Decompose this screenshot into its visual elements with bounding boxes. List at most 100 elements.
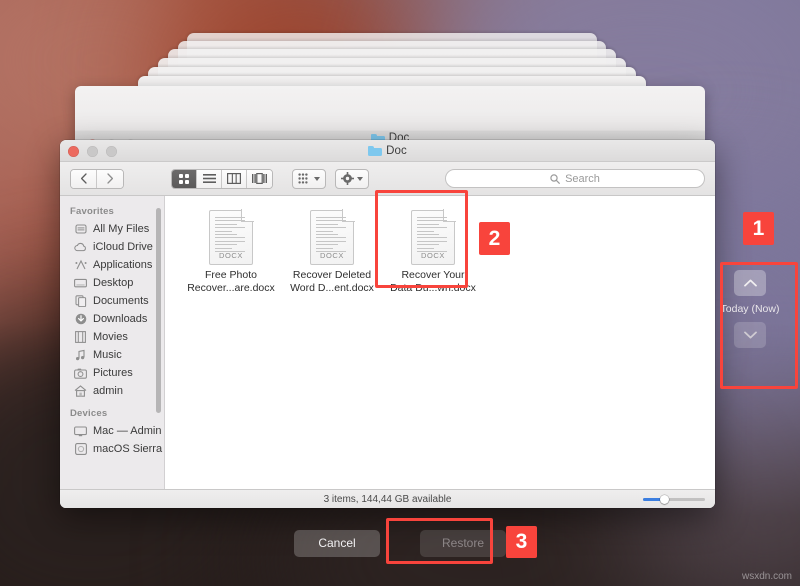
minimize-button[interactable]: [87, 146, 98, 157]
applications-icon: [74, 259, 87, 272]
chevron-down-icon: [357, 177, 363, 181]
sidebar-item-all-my-files[interactable]: All My Files: [60, 220, 164, 238]
file-item[interactable]: DOCX Free Photo Recover...are.docx: [187, 210, 275, 294]
finder-window[interactable]: Doc: [60, 140, 715, 508]
action-bar: Cancel Restore: [0, 522, 800, 564]
view-mode-segmented-control[interactable]: [171, 169, 273, 189]
sidebar-item-admin[interactable]: admin: [60, 382, 164, 400]
view-mode-list-button[interactable]: [197, 170, 222, 188]
docx-file-icon: DOCX: [310, 210, 354, 265]
sidebar-item-label: All My Files: [93, 223, 149, 235]
finder-statusbar: 3 items, 144,44 GB available: [60, 489, 715, 508]
stacked-window-behind[interactable]: Doc: [75, 86, 705, 148]
sidebar-item-label: Movies: [93, 331, 128, 343]
icon-size-slider[interactable]: [643, 495, 705, 504]
action-menu-button[interactable]: [335, 169, 369, 189]
file-kind-label: DOCX: [209, 251, 253, 260]
file-name-line2: Word D...ent.docx: [288, 282, 376, 295]
forward-button[interactable]: [97, 170, 123, 188]
grid-icon: [178, 173, 190, 185]
watermark: wsxdn.com: [742, 571, 792, 582]
blue-folder-icon: [368, 145, 382, 156]
timeline-date-label: Today (Now): [721, 303, 780, 315]
file-kind-label: DOCX: [310, 251, 354, 260]
view-mode-gallery-button[interactable]: [247, 170, 272, 188]
finder-titlebar[interactable]: Doc: [60, 140, 715, 162]
sidebar-item-label: Downloads: [93, 313, 147, 325]
finder-sidebar[interactable]: Favorites All My Files iCloud Drive Appl…: [60, 196, 165, 489]
zoom-button[interactable]: [106, 146, 117, 157]
sidebar-item-pictures[interactable]: Pictures: [60, 364, 164, 382]
docx-file-icon: DOCX: [209, 210, 253, 265]
sidebar-item-applications[interactable]: Applications: [60, 256, 164, 274]
file-grid[interactable]: DOCX Free Photo Recover...are.docx DOCX …: [165, 196, 715, 489]
finder-body: Favorites All My Files iCloud Drive Appl…: [60, 196, 715, 489]
file-name-line2: Recover...are.docx: [187, 282, 275, 295]
columns-icon: [227, 173, 241, 184]
traffic-lights[interactable]: [68, 140, 117, 162]
timeline-down-button[interactable]: [734, 322, 766, 348]
sidebar-item-label: Documents: [93, 295, 149, 307]
sidebar-item-downloads[interactable]: Downloads: [60, 310, 164, 328]
music-icon: [74, 349, 87, 362]
search-input[interactable]: Search: [445, 169, 705, 188]
file-kind-label: DOCX: [411, 251, 455, 260]
close-button[interactable]: [68, 146, 79, 157]
file-name-line1: Recover Deleted: [288, 269, 376, 282]
finder-toolbar[interactable]: Search: [60, 162, 715, 196]
sidebar-item-label: Music: [93, 349, 122, 361]
search-icon: [550, 174, 560, 184]
chevron-right-icon: [107, 173, 114, 184]
sidebar-item-music[interactable]: Music: [60, 346, 164, 364]
window-title-text: Doc: [386, 145, 407, 157]
arrange-icon: [298, 173, 311, 184]
chevron-down-icon: [314, 177, 320, 181]
restore-button[interactable]: Restore: [420, 530, 506, 557]
documents-icon: [74, 295, 87, 308]
file-name-line1: Free Photo: [187, 269, 275, 282]
cancel-button[interactable]: Cancel: [294, 530, 380, 557]
file-name-line1: Recover Your: [389, 269, 477, 282]
gear-icon: [341, 172, 354, 185]
sidebar-item-desktop[interactable]: Desktop: [60, 274, 164, 292]
navigation-buttons[interactable]: [70, 169, 124, 189]
movies-icon: [74, 331, 87, 344]
chevron-left-icon: [80, 173, 87, 184]
downloads-icon: [74, 313, 87, 326]
arrange-by-button[interactable]: [292, 169, 326, 189]
view-mode-column-button[interactable]: [222, 170, 247, 188]
sidebar-item-label: macOS Sierra: [93, 443, 162, 455]
docx-file-icon: DOCX: [411, 210, 455, 265]
sidebar-section-header-favorites: Favorites: [60, 204, 164, 220]
sidebar-item-documents[interactable]: Documents: [60, 292, 164, 310]
sidebar-item-mac-admin[interactable]: Mac — Admin: [60, 422, 164, 440]
window-title: Doc: [60, 145, 715, 157]
pictures-icon: [74, 367, 87, 380]
timeline-up-button[interactable]: [734, 270, 766, 296]
chevron-up-icon: [744, 279, 757, 287]
back-button[interactable]: [71, 170, 97, 188]
disk-icon: [74, 443, 87, 456]
cloud-icon: [74, 241, 87, 254]
file-item-selected[interactable]: DOCX Recover Your Data Du...wn.docx: [389, 210, 477, 294]
gallery-icon: [252, 173, 267, 184]
file-name-line2: Data Du...wn.docx: [389, 282, 477, 295]
sidebar-item-label: Pictures: [93, 367, 133, 379]
home-icon: [74, 385, 87, 398]
status-text: 3 items, 144,44 GB available: [324, 494, 452, 505]
sidebar-item-macos-sierra[interactable]: macOS Sierra: [60, 440, 164, 458]
all-my-files-icon: [74, 223, 87, 236]
display-icon: [74, 425, 87, 438]
sidebar-item-movies[interactable]: Movies: [60, 328, 164, 346]
sidebar-scrollbar[interactable]: [156, 208, 161, 413]
time-machine-navigation[interactable]: Today (Now): [722, 270, 778, 348]
annotation-badge-1: 1: [743, 212, 774, 245]
annotation-badge-2: 2: [479, 222, 510, 255]
file-item[interactable]: DOCX Recover Deleted Word D...ent.docx: [288, 210, 376, 294]
search-placeholder: Search: [565, 173, 600, 185]
slider-knob[interactable]: [660, 495, 669, 504]
sidebar-item-label: Applications: [93, 259, 152, 271]
view-mode-icon-button[interactable]: [172, 170, 197, 188]
chevron-down-icon: [744, 331, 757, 339]
sidebar-item-icloud-drive[interactable]: iCloud Drive: [60, 238, 164, 256]
